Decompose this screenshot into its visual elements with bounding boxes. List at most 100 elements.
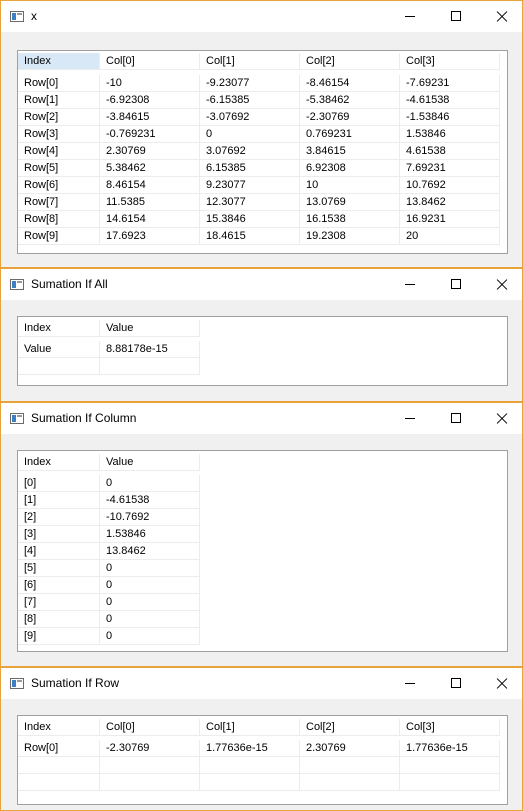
table-row[interactable]: Row[4] 2.30769 3.07692 3.84615 4.61538 [18,143,507,160]
table-cell[interactable]: 0.769231 [300,126,400,143]
table-cell[interactable]: 6.92308 [300,160,400,177]
table-cell[interactable]: -0.769231 [100,126,200,143]
table-cell[interactable]: 1.77636e-15 [200,740,300,757]
table-row[interactable]: [0] 0 [18,475,507,492]
title-bar[interactable]: Sumation If Column [1,403,522,434]
column-header[interactable]: Col[3] [400,719,500,736]
table-cell[interactable]: -3.07692 [200,109,300,126]
table-cell[interactable]: 13.8462 [400,194,500,211]
table-cell[interactable]: -3.84615 [100,109,200,126]
table-cell[interactable]: 13.0769 [300,194,400,211]
table-row[interactable]: Row[0] -10 -9.23077 -8.46154 -7.69231 [18,75,507,92]
table-cell[interactable]: 10 [300,177,400,194]
column-header[interactable]: Index [18,320,100,337]
table-cell[interactable]: -9.23077 [200,75,300,92]
table-cell[interactable]: 1.53846 [400,126,500,143]
table-cell[interactable]: 0 [100,611,200,628]
table-cell[interactable]: -10 [100,75,200,92]
data-table[interactable]: Index Col[0] Col[1] Col[2] Col[3] Row[0]… [17,50,508,254]
table-cell[interactable]: 11.5385 [100,194,200,211]
maximize-icon[interactable] [433,269,479,300]
table-row[interactable]: Row[2] -3.84615 -3.07692 -2.30769 -1.538… [18,109,507,126]
column-header[interactable]: Col[3] [400,53,500,70]
table-cell[interactable]: 10.7692 [400,177,500,194]
minimize-icon[interactable] [387,269,433,300]
table-cell[interactable]: -1.53846 [400,109,500,126]
column-header[interactable]: Col[1] [200,719,300,736]
table-cell[interactable]: 9.23077 [200,177,300,194]
column-header[interactable]: Col[0] [100,53,200,70]
table-row[interactable]: Row[9] 17.6923 18.4615 19.2308 20 [18,228,507,245]
minimize-icon[interactable] [387,1,433,32]
table-cell[interactable]: 0 [100,475,200,492]
data-table[interactable]: Index Value Value 8.88178e-15 [17,316,508,386]
maximize-icon[interactable] [433,403,479,434]
table-row[interactable]: [3] 1.53846 [18,526,507,543]
table-row[interactable]: [4] 13.8462 [18,543,507,560]
column-header[interactable]: Col[0] [100,719,200,736]
table-row[interactable]: Row[8] 14.6154 15.3846 16.1538 16.9231 [18,211,507,228]
minimize-icon[interactable] [387,668,433,699]
column-header[interactable]: Col[2] [300,53,400,70]
table-row[interactable]: Row[7] 11.5385 12.3077 13.0769 13.8462 [18,194,507,211]
table-row[interactable]: [2] -10.7692 [18,509,507,526]
table-cell[interactable]: 19.2308 [300,228,400,245]
table-row[interactable]: [5] 0 [18,560,507,577]
data-table[interactable]: Index Value [0] 0 [1] -4.61538 [2] -10.7… [17,450,508,652]
table-row[interactable]: [6] 0 [18,577,507,594]
maximize-icon[interactable] [433,1,479,32]
column-header[interactable]: Col[1] [200,53,300,70]
table-cell[interactable]: 5.38462 [100,160,200,177]
table-cell[interactable]: -10.7692 [100,509,200,526]
table-row[interactable]: Value 8.88178e-15 [18,341,507,358]
table-cell[interactable]: 2.30769 [100,143,200,160]
table-cell[interactable]: 1.77636e-15 [400,740,500,757]
table-cell[interactable]: 0 [100,594,200,611]
table-row[interactable]: Row[0] -2.30769 1.77636e-15 2.30769 1.77… [18,740,507,757]
table-cell[interactable]: -2.30769 [300,109,400,126]
table-cell[interactable]: 8.46154 [100,177,200,194]
column-header[interactable]: Value [100,454,200,471]
close-icon[interactable] [479,668,522,699]
table-row[interactable]: Row[6] 8.46154 9.23077 10 10.7692 [18,177,507,194]
table-row[interactable]: [9] 0 [18,628,507,645]
table-cell[interactable]: -7.69231 [400,75,500,92]
table-cell[interactable]: -6.92308 [100,92,200,109]
table-cell[interactable]: -6.15385 [200,92,300,109]
column-header[interactable]: Index [18,454,100,471]
title-bar[interactable]: Sumation If All [1,269,522,300]
column-header[interactable]: Col[2] [300,719,400,736]
table-cell[interactable]: 1.53846 [100,526,200,543]
table-row[interactable]: Row[1] -6.92308 -6.15385 -5.38462 -4.615… [18,92,507,109]
title-bar[interactable]: Sumation If Row [1,668,522,699]
table-cell[interactable]: -4.61538 [400,92,500,109]
table-cell[interactable]: 16.1538 [300,211,400,228]
table-cell[interactable]: 14.6154 [100,211,200,228]
table-cell[interactable]: 13.8462 [100,543,200,560]
table-cell[interactable]: -4.61538 [100,492,200,509]
table-cell[interactable]: 8.88178e-15 [100,341,200,358]
column-header[interactable]: Value [100,320,200,337]
table-cell[interactable]: -5.38462 [300,92,400,109]
table-cell[interactable]: -8.46154 [300,75,400,92]
table-cell[interactable]: 3.84615 [300,143,400,160]
data-table[interactable]: Index Col[0] Col[1] Col[2] Col[3] Row[0]… [17,715,508,805]
table-cell[interactable]: -2.30769 [100,740,200,757]
table-row[interactable]: Row[3] -0.769231 0 0.769231 1.53846 [18,126,507,143]
table-cell[interactable]: 12.3077 [200,194,300,211]
close-icon[interactable] [479,1,522,32]
title-bar[interactable]: x [1,1,522,32]
table-cell[interactable]: 7.69231 [400,160,500,177]
table-cell[interactable]: 0 [200,126,300,143]
minimize-icon[interactable] [387,403,433,434]
table-cell[interactable]: 0 [100,577,200,594]
column-header[interactable]: Index [18,719,100,736]
table-cell[interactable]: 0 [100,560,200,577]
close-icon[interactable] [479,269,522,300]
table-cell[interactable]: 16.9231 [400,211,500,228]
close-icon[interactable] [479,403,522,434]
table-cell[interactable]: 3.07692 [200,143,300,160]
table-cell[interactable]: 0 [100,628,200,645]
table-row[interactable]: [1] -4.61538 [18,492,507,509]
table-row[interactable]: [8] 0 [18,611,507,628]
